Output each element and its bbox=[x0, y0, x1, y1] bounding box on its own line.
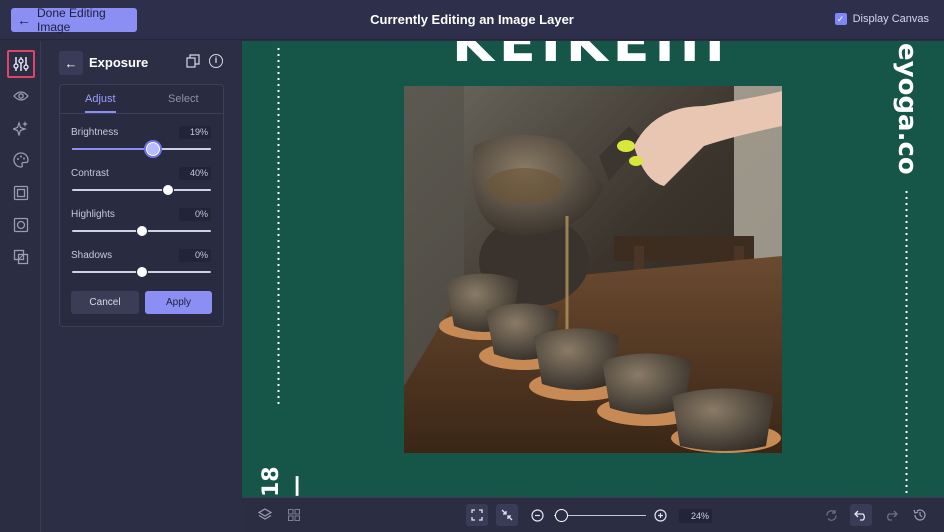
shadows-slider-handle[interactable] bbox=[136, 266, 148, 278]
highlights-value[interactable]: 0% bbox=[179, 208, 211, 221]
contrast-label: Contrast bbox=[71, 168, 109, 179]
top-bar: ← Done Editing Image Currently Editing a… bbox=[0, 0, 944, 40]
copy-icon[interactable] bbox=[186, 54, 200, 73]
contrast-slider[interactable] bbox=[72, 184, 211, 196]
display-canvas-label: Display Canvas bbox=[852, 13, 929, 25]
display-canvas-toggle[interactable]: ✓ Display Canvas bbox=[834, 13, 929, 25]
tab-adjust[interactable]: Adjust bbox=[85, 93, 116, 105]
layer-blend-icon[interactable] bbox=[7, 243, 35, 271]
adjust-card: Adjust Select Brightness 19% Contrast 40… bbox=[59, 84, 224, 327]
exposure-panel: ← Exposure i Adjust Select Brightness 19… bbox=[41, 41, 242, 532]
done-editing-button[interactable]: ← Done Editing Image bbox=[11, 6, 137, 34]
panel-title: Exposure bbox=[89, 55, 149, 70]
tab-select[interactable]: Select bbox=[168, 93, 199, 105]
brightness-slider-fill bbox=[72, 148, 153, 150]
zoom-in-icon[interactable] bbox=[649, 504, 671, 526]
info-icon[interactable]: i bbox=[209, 54, 223, 68]
canvas-vertical-number: 18— bbox=[259, 466, 309, 497]
canvas-side-text: eyoga.co bbox=[892, 43, 922, 175]
zoom-out-icon[interactable] bbox=[526, 504, 548, 526]
brightness-slider[interactable] bbox=[72, 140, 211, 158]
back-button[interactable]: ← bbox=[59, 51, 83, 75]
cancel-button[interactable]: Cancel bbox=[71, 291, 139, 314]
tab-divider bbox=[60, 113, 223, 114]
tea-pouring-photo bbox=[404, 86, 782, 453]
display-canvas-checkbox[interactable]: ✓ bbox=[834, 13, 847, 25]
zoom-level[interactable]: 24% bbox=[679, 509, 712, 523]
page-title: Currently Editing an Image Layer bbox=[370, 12, 574, 27]
adjust-sliders-icon[interactable] bbox=[7, 50, 35, 78]
eye-icon[interactable] bbox=[7, 82, 35, 110]
shadows-value[interactable]: 0% bbox=[179, 249, 211, 262]
arrow-left-icon: ← bbox=[64, 55, 78, 71]
fit-to-screen-icon[interactable] bbox=[466, 504, 488, 526]
apply-button[interactable]: Apply bbox=[145, 291, 212, 314]
canvas-headline-text: KEIKEIII bbox=[452, 41, 730, 74]
brightness-slider-handle[interactable] bbox=[144, 140, 162, 158]
zoom-slider-handle[interactable] bbox=[555, 509, 568, 522]
highlights-slider[interactable] bbox=[72, 225, 211, 237]
history-icon[interactable] bbox=[909, 504, 931, 526]
done-editing-label: Done Editing Image bbox=[37, 6, 106, 34]
shrink-icon[interactable] bbox=[496, 504, 518, 526]
selected-image-layer[interactable] bbox=[404, 86, 782, 453]
highlights-slider-handle[interactable] bbox=[136, 225, 148, 237]
redo-icon[interactable] bbox=[880, 504, 902, 526]
rotate-icon[interactable] bbox=[820, 504, 842, 526]
brightness-label: Brightness bbox=[71, 127, 119, 138]
grid-icon[interactable] bbox=[283, 504, 305, 526]
arrow-left-icon: ← bbox=[17, 12, 31, 28]
dotted-line-left bbox=[277, 46, 280, 406]
mask-icon[interactable] bbox=[7, 211, 35, 239]
layers-icon[interactable] bbox=[254, 504, 276, 526]
design-canvas[interactable]: KEIKEIII eyoga.co 18— bbox=[242, 41, 944, 497]
highlights-label: Highlights bbox=[71, 209, 115, 220]
bottom-toolbar: 24% bbox=[242, 497, 944, 532]
tool-sidebar bbox=[0, 41, 41, 532]
palette-icon[interactable] bbox=[7, 146, 35, 174]
shadows-slider[interactable] bbox=[72, 266, 211, 278]
contrast-slider-handle[interactable] bbox=[162, 184, 174, 196]
sparkle-icon[interactable] bbox=[7, 114, 35, 142]
contrast-value[interactable]: 40% bbox=[179, 167, 211, 180]
dotted-line-right bbox=[905, 189, 908, 495]
brightness-value[interactable]: 19% bbox=[179, 126, 211, 139]
shadows-label: Shadows bbox=[71, 250, 113, 261]
undo-icon[interactable] bbox=[850, 504, 872, 526]
frame-icon[interactable] bbox=[7, 179, 35, 207]
